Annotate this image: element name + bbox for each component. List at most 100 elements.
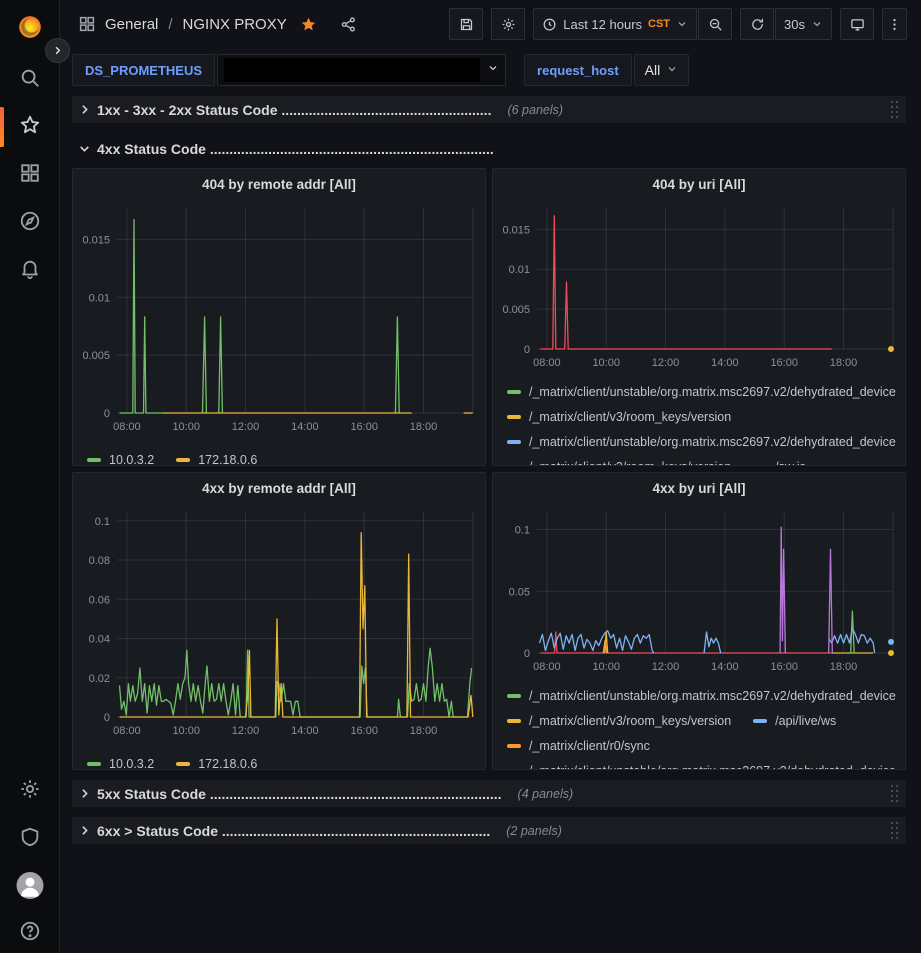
legend-item[interactable]: /_matrix/client/unstable/org.matrix.msc2…	[507, 429, 896, 454]
legend-swatch	[176, 458, 190, 462]
y-axis-tick-label: 0.02	[89, 673, 110, 685]
variable-value-ds-prometheus[interactable]	[217, 54, 506, 86]
x-axis-tick-label: 10:00	[172, 725, 200, 737]
series-line	[203, 317, 207, 413]
series-line	[540, 216, 831, 349]
timeseries-chart[interactable]: 00.020.040.060.080.108:0010:0012:0014:00…	[73, 503, 485, 739]
panel-title[interactable]: 4xx by remote addr [All]	[73, 473, 485, 503]
tv-kiosk-mode-button[interactable]	[840, 8, 874, 40]
legend-swatch	[507, 390, 521, 394]
row-4xx[interactable]: 4xx Status Code ........................…	[72, 135, 906, 162]
search-icon[interactable]	[19, 67, 41, 89]
favorite-star-icon[interactable]	[300, 16, 317, 33]
legend-item[interactable]: /sw.js	[753, 454, 806, 465]
series-end-dot	[888, 346, 894, 352]
kebab-menu-button[interactable]	[882, 8, 907, 40]
legend-item[interactable]: /_matrix/client/r0/sync	[507, 733, 650, 758]
legend-label: /sw.js	[775, 460, 806, 466]
configuration-gear-icon[interactable]	[19, 778, 41, 800]
legend-label: /_matrix/client/r0/sync	[529, 739, 650, 753]
row-1xx-3xx-2xx[interactable]: 1xx - 3xx - 2xx Status Code ............…	[72, 96, 906, 123]
row-6xx[interactable]: 6xx > Status Code ......................…	[72, 817, 906, 844]
grafana-logo[interactable]	[17, 14, 43, 40]
user-avatar[interactable]	[16, 872, 43, 899]
y-axis-tick-label: 0	[524, 648, 530, 660]
panel-title[interactable]: 404 by uri [All]	[493, 169, 905, 199]
x-axis-tick-label: 10:00	[172, 421, 200, 433]
legend-label: /_matrix/client/unstable/org.matrix.msc2…	[529, 689, 896, 703]
dashboard-settings-button[interactable]	[491, 8, 525, 40]
legend-swatch	[753, 465, 767, 466]
row-panel-count: (4 panels)	[518, 787, 574, 801]
variable-value-request-host[interactable]: All	[634, 54, 690, 86]
row-drag-handle[interactable]	[891, 785, 899, 803]
row-panel-count: (6 panels)	[507, 103, 563, 117]
legend-swatch	[507, 769, 521, 770]
y-axis-tick-label: 0.01	[89, 292, 110, 304]
legend-swatch	[87, 458, 101, 462]
row-5xx[interactable]: 5xx Status Code ........................…	[72, 780, 906, 807]
legend-label: /api/live/ws	[775, 714, 836, 728]
series-line	[829, 549, 833, 653]
dashboards-icon[interactable]	[19, 162, 41, 184]
refresh-button[interactable]	[740, 8, 774, 40]
timeseries-chart[interactable]: 00.0050.010.01508:0010:0012:0014:0016:00…	[73, 199, 485, 435]
series-end-dot	[888, 650, 894, 656]
row-title: 6xx > Status Code ......................…	[97, 823, 490, 839]
x-axis-tick-label: 14:00	[291, 725, 319, 737]
legend-item[interactable]: /_matrix/client/v3/room_keys/version	[507, 404, 731, 429]
x-axis-tick-label: 14:00	[711, 661, 739, 673]
chevron-down-icon	[487, 61, 499, 79]
panel-4xx-by-remote-addr: 4xx by remote addr [All] 00.020.040.060.…	[72, 472, 486, 770]
help-icon[interactable]	[19, 920, 41, 942]
legend-label: /_matrix/client/unstable/org.matrix.msc2…	[529, 435, 896, 449]
panel-grid-row-2: 4xx by remote addr [All] 00.020.040.060.…	[72, 472, 906, 770]
legend-item[interactable]: /_matrix/client/unstable/org.matrix.msc2…	[507, 683, 896, 708]
dashboard-canvas: 1xx - 3xx - 2xx Status Code ............…	[60, 92, 921, 844]
dashboard-title[interactable]: NGINX PROXY	[183, 16, 287, 33]
legend-item[interactable]: 172.18.0.6	[176, 447, 257, 465]
row-drag-handle[interactable]	[891, 101, 899, 119]
server-admin-shield-icon[interactable]	[19, 826, 41, 848]
legend-item[interactable]: /_matrix/client/v3/room_keys/version	[507, 708, 731, 733]
legend-swatch	[507, 694, 521, 698]
explore-compass-icon[interactable]	[19, 210, 41, 232]
row-title: 4xx Status Code ........................…	[97, 141, 494, 157]
panel-legend: 10.0.3.2 172.18.0.6	[73, 447, 485, 465]
legend-item[interactable]: 172.18.0.6	[176, 751, 257, 769]
y-axis-tick-label: 0	[104, 712, 110, 724]
legend-item[interactable]: 10.0.3.2	[87, 751, 154, 769]
zoom-out-time-button[interactable]	[698, 8, 732, 40]
timeseries-chart[interactable]: 00.050.108:0010:0012:0014:0016:0018:00	[493, 503, 905, 675]
timezone-label: CST	[648, 18, 670, 30]
legend-item[interactable]: /_matrix/client/v3/room_keys/version	[507, 454, 731, 465]
panel-grid-row-1: 404 by remote addr [All] 00.0050.010.015…	[72, 168, 906, 466]
row-drag-handle[interactable]	[891, 822, 899, 840]
x-axis-tick-label: 10:00	[592, 661, 620, 673]
time-range-picker[interactable]: Last 12 hours CST	[533, 8, 697, 40]
apps-grid-icon	[78, 15, 96, 33]
starred-icon[interactable]	[19, 114, 41, 136]
panel-title[interactable]: 404 by remote addr [All]	[73, 169, 485, 199]
panel-4xx-by-uri: 4xx by uri [All] 00.050.108:0010:0012:00…	[492, 472, 906, 770]
save-dashboard-button[interactable]	[449, 8, 483, 40]
series-line	[851, 611, 855, 653]
redacted-value	[224, 58, 480, 82]
y-axis-tick-label: 0.015	[82, 234, 110, 246]
refresh-interval-picker[interactable]: 30s	[775, 8, 832, 40]
panel-title[interactable]: 4xx by uri [All]	[493, 473, 905, 503]
legend-item[interactable]: /_matrix/client/unstable/org.matrix.msc2…	[507, 379, 896, 404]
legend-item[interactable]: 10.0.3.2	[87, 447, 154, 465]
y-axis-tick-label: 0	[104, 408, 110, 420]
breadcrumb-folder[interactable]: General	[105, 16, 158, 33]
variable-label-ds-prometheus: DS_PROMETHEUS	[72, 54, 215, 86]
legend-item[interactable]: /_matrix/client/unstable/org.matrix.msc2…	[507, 758, 896, 769]
alerting-bell-icon[interactable]	[19, 258, 41, 280]
legend-label: /_matrix/client/unstable/org.matrix.msc2…	[529, 385, 896, 399]
share-icon[interactable]	[340, 16, 357, 33]
timeseries-chart[interactable]: 00.0050.010.01508:0010:0012:0014:0016:00…	[493, 199, 905, 371]
legend-label: /_matrix/client/unstable/org.matrix.msc2…	[529, 764, 896, 770]
sidebar-expand-button[interactable]	[45, 38, 70, 63]
legend-item[interactable]: /api/live/ws	[753, 708, 836, 733]
legend-label: 10.0.3.2	[109, 757, 154, 770]
